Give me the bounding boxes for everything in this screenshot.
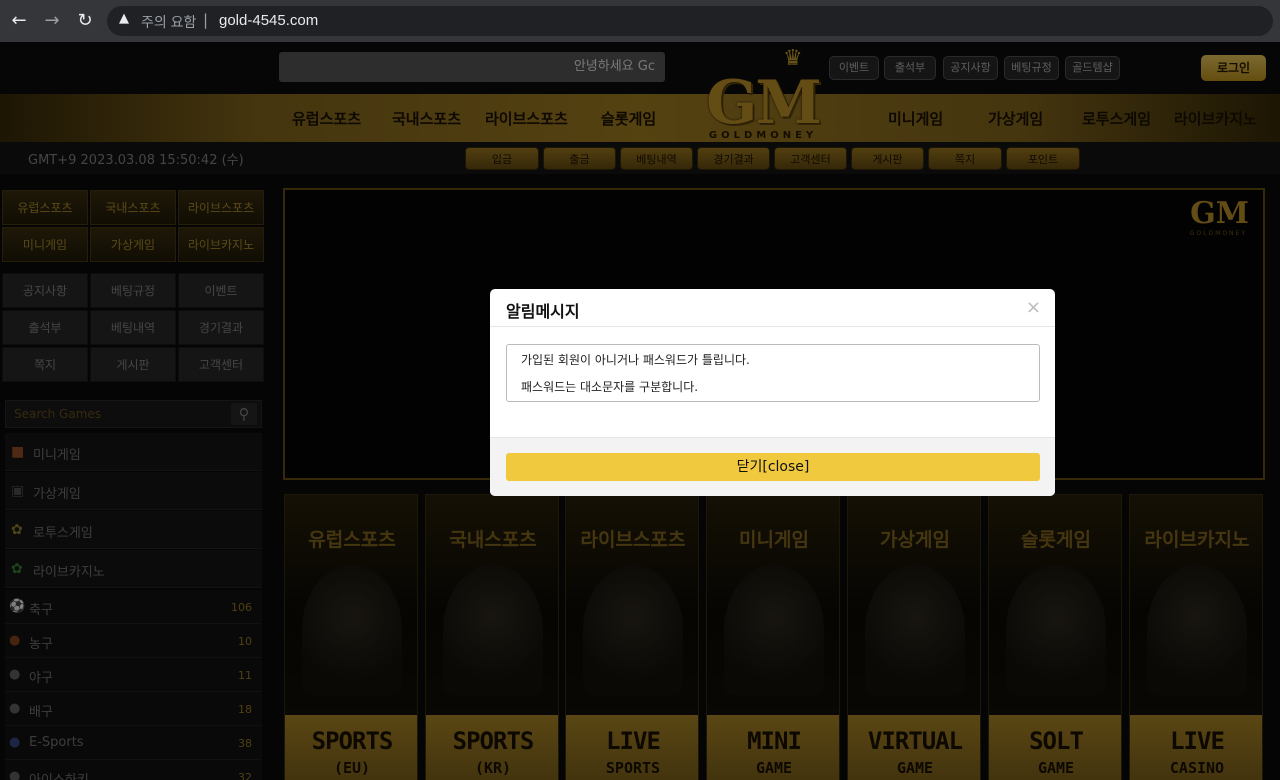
- url-separator: |: [203, 11, 209, 29]
- back-arrow-icon[interactable]: ←: [6, 8, 32, 34]
- security-warning-label: 주의 요함: [141, 14, 197, 30]
- browser-toolbar: ← → ↻ ▲ 주의 요함 | gold-4545.com: [0, 0, 1280, 42]
- close-button[interactable]: 닫기[close]: [506, 453, 1040, 481]
- alert-dialog: 알림메시지 × 가입된 회원이 아니거나 패스워드가 틀립니다. 패스워드는 대…: [490, 289, 1055, 496]
- message-line-1: 가입된 회원이 아니거나 패스워드가 틀립니다.: [521, 353, 750, 367]
- dialog-footer: 닫기[close]: [490, 437, 1055, 496]
- forward-arrow-icon[interactable]: →: [39, 8, 65, 34]
- close-icon[interactable]: ×: [1026, 297, 1041, 318]
- dialog-title: 알림메시지: [506, 302, 580, 321]
- message-line-2: 패스워드는 대소문자를 구분합니다.: [521, 380, 699, 394]
- reload-icon[interactable]: ↻: [72, 8, 98, 34]
- address-bar[interactable]: ▲ 주의 요함 | gold-4545.com: [107, 6, 1273, 36]
- message-box: 가입된 회원이 아니거나 패스워드가 틀립니다. 패스워드는 대소문자를 구분합…: [506, 344, 1040, 402]
- dialog-header: 알림메시지 ×: [490, 289, 1055, 327]
- warning-triangle-icon: ▲: [119, 11, 129, 26]
- url-domain: gold-4545.com: [219, 12, 319, 29]
